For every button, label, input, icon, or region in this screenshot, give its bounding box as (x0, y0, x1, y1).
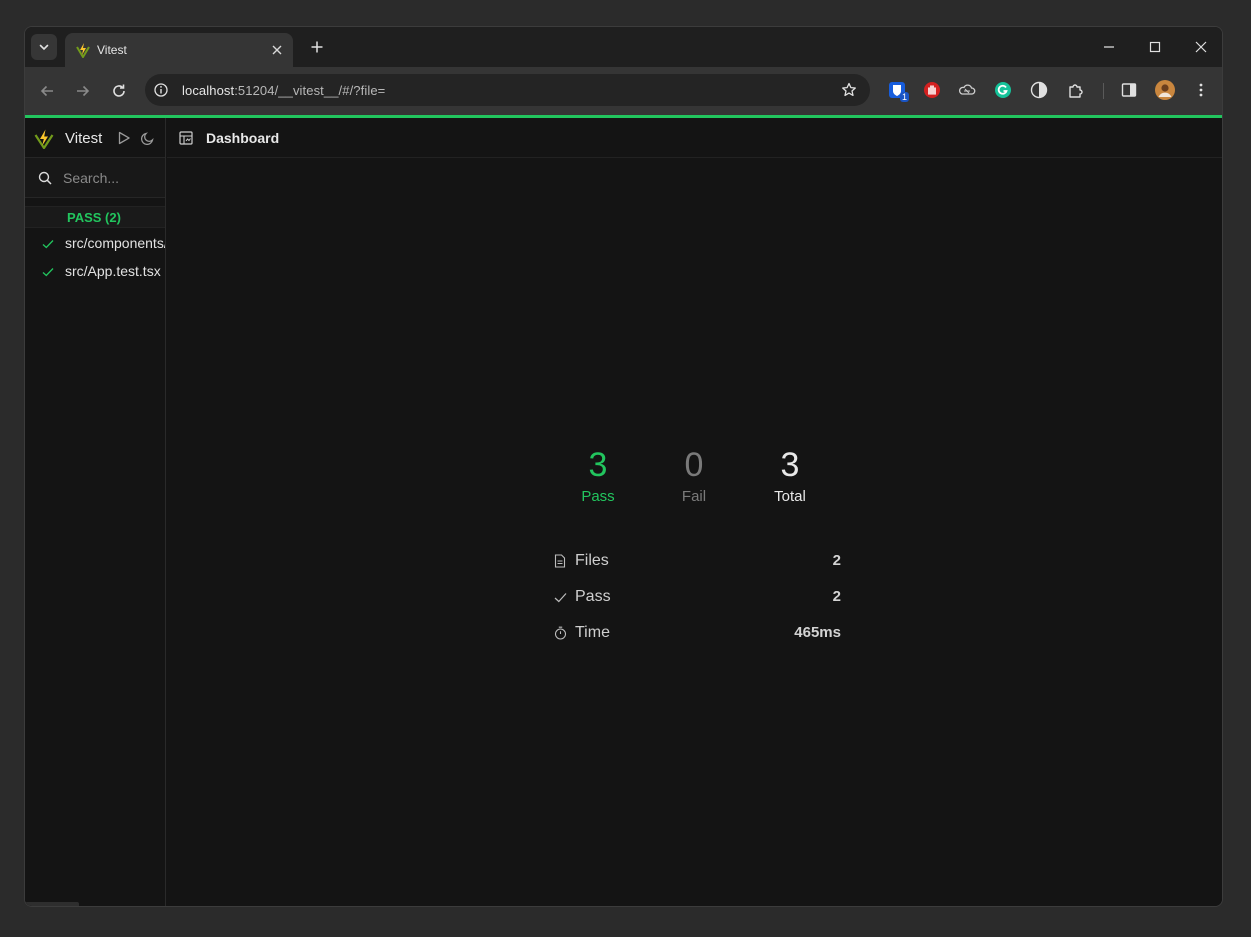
browser-menu-icon[interactable] (1191, 80, 1211, 100)
url-host: localhost (182, 83, 235, 98)
file-item[interactable]: src/components/Counter.test.tsx (25, 231, 166, 257)
toolbar-divider (1103, 83, 1104, 99)
back-button[interactable] (35, 79, 59, 103)
search-bar (25, 158, 165, 198)
pass-label: Pass (581, 488, 615, 505)
adblock-extension-icon[interactable] (922, 80, 942, 100)
extensions-puzzle-icon[interactable] (1066, 80, 1086, 100)
vitest-favicon-icon (76, 43, 90, 58)
address-bar[interactable]: localhost:51204/__vitest__/#/?file= (145, 74, 870, 106)
chevron-down-icon (39, 44, 49, 51)
minimize-icon (1104, 46, 1114, 48)
plus-icon (311, 41, 323, 53)
reload-icon (113, 84, 125, 97)
sidebar-scrollbar[interactable] (25, 902, 79, 906)
main-panel: Dashboard 3 Pass 0 Fail 3 Total Files 2 … (167, 118, 1222, 906)
tab-title: Vitest (97, 43, 127, 57)
check-icon (553, 590, 567, 604)
theme-toggle-button[interactable] (140, 130, 156, 146)
dashboard-icon (178, 130, 194, 146)
tab-vitest[interactable]: Vitest (65, 33, 293, 67)
bookmark-star-icon[interactable] (840, 81, 858, 99)
sidebar: Vitest PASS (2) s (25, 118, 166, 906)
reload-button[interactable] (107, 79, 131, 103)
pass-group-header: PASS (2) (25, 206, 165, 228)
file-name: src/components/Counter.test.tsx (65, 235, 166, 251)
cloud-extension-icon[interactable] (957, 80, 977, 100)
timer-icon (553, 626, 567, 640)
summary-value: 2 (832, 588, 841, 605)
main-header: Dashboard (167, 118, 1222, 158)
search-icon (37, 170, 53, 186)
tab-search-button[interactable] (31, 34, 57, 60)
summary-value: 2 (832, 552, 841, 569)
arrow-right-icon (77, 85, 90, 97)
bitwarden-extension-icon[interactable]: 1 (887, 80, 909, 102)
sidebar-header: Vitest (25, 118, 165, 158)
summary-label: Files (575, 552, 609, 569)
url-text[interactable]: localhost:51204/__vitest__/#/?file= (182, 83, 385, 98)
minimize-button[interactable] (1097, 35, 1121, 59)
url-path: :51204/__vitest__/#/?file= (234, 83, 386, 98)
play-icon (118, 131, 130, 145)
close-icon (1195, 41, 1207, 53)
extension-badge: 1 (899, 92, 909, 102)
close-tab-icon[interactable] (269, 42, 285, 58)
summary-files-row: Files 2 (553, 550, 841, 574)
pass-group-label: PASS (2) (67, 210, 121, 225)
page-title: Dashboard (206, 130, 280, 146)
forward-button[interactable] (71, 79, 95, 103)
grammarly-extension-icon[interactable] (993, 80, 1013, 100)
site-info-icon[interactable] (153, 82, 169, 98)
moon-icon (141, 132, 154, 145)
summary-label: Pass (575, 588, 611, 605)
check-icon (41, 237, 55, 251)
search-input[interactable] (63, 168, 163, 188)
summary-time-row: Time 465ms (553, 622, 841, 646)
file-item[interactable]: src/App.test.tsx (25, 259, 165, 285)
arrow-left-icon (40, 85, 53, 97)
file-name: src/App.test.tsx (65, 263, 161, 279)
browser-toolbar: localhost:51204/__vitest__/#/?file= 1 (25, 67, 1222, 115)
browser-window: Vitest localhost:51204/__vitest__/#/?fil… (24, 26, 1223, 907)
close-window-button[interactable] (1189, 35, 1213, 59)
run-all-button[interactable] (116, 130, 132, 146)
dark-reader-extension-icon[interactable] (1029, 80, 1049, 100)
maximize-icon (1149, 41, 1161, 53)
pass-count: 3 (588, 446, 608, 484)
brand-name: Vitest (65, 130, 103, 147)
side-panel-icon[interactable] (1119, 80, 1139, 100)
file-icon (553, 554, 567, 568)
summary-label: Time (575, 624, 610, 641)
profile-avatar[interactable] (1155, 80, 1175, 100)
summary-pass-row: Pass 2 (553, 586, 841, 610)
summary-value: 465ms (794, 624, 841, 641)
check-icon (41, 265, 55, 279)
tab-strip: Vitest (25, 27, 1222, 67)
fail-count: 0 (684, 446, 704, 484)
total-label: Total (774, 488, 806, 505)
new-tab-button[interactable] (307, 37, 327, 57)
vitest-ui: Vitest PASS (2) s (25, 118, 1222, 906)
total-count: 3 (780, 446, 800, 484)
vitest-logo-icon (34, 129, 54, 149)
maximize-button[interactable] (1143, 35, 1167, 59)
fail-label: Fail (681, 488, 707, 505)
